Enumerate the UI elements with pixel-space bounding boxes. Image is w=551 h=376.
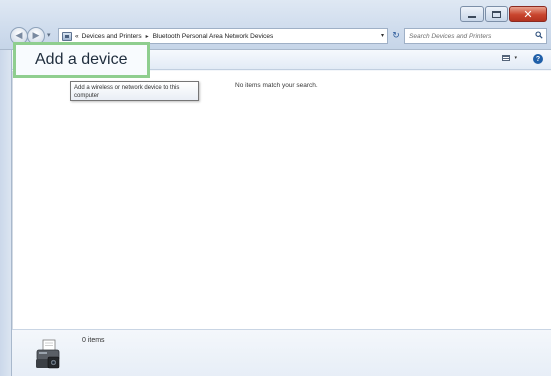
details-pane: 0 items (12, 329, 551, 376)
search-input[interactable] (409, 30, 529, 42)
refresh-icon: ↻ (392, 31, 400, 41)
device-list-pane[interactable]: No items match your search. (12, 71, 551, 329)
refresh-button[interactable]: ↻ (390, 28, 402, 44)
add-device-button[interactable]: Add a device (13, 42, 150, 78)
devices-folder-icon (62, 31, 72, 41)
devices-printer-camera-icon (36, 339, 60, 369)
forward-arrow-icon: ▶ (32, 31, 40, 41)
add-device-tooltip: Add a wireless or network device to this… (70, 81, 199, 101)
breadcrumb-separator-icon[interactable]: ▸ (146, 33, 149, 40)
search-icon[interactable] (535, 31, 543, 39)
change-view-button[interactable]: ▾ (502, 55, 517, 61)
minimize-button[interactable] (460, 6, 484, 22)
tooltip-text: Add a wireless or network device to this… (74, 85, 180, 99)
breadcrumb-bluetooth-pan-devices[interactable]: Bluetooth Personal Area Network Devices (153, 33, 274, 40)
breadcrumb-overflow-icon[interactable]: « (75, 33, 79, 40)
close-button[interactable]: ✕ (509, 6, 547, 22)
maximize-icon (492, 10, 501, 18)
search-box[interactable] (404, 28, 547, 44)
window-left-border (0, 50, 12, 376)
explorer-window: ✕ ◀ ▶ ▾ « Devices and Printers ▸ Bluetoo… (0, 0, 551, 376)
chevron-down-icon: ▾ (514, 55, 517, 61)
maximize-button[interactable] (485, 6, 508, 22)
view-options-icon (502, 55, 511, 61)
help-icon: ? (535, 55, 541, 63)
back-arrow-icon: ◀ (15, 31, 23, 41)
help-button[interactable]: ? (533, 54, 543, 64)
empty-results-message: No items match your search. (235, 82, 318, 89)
item-count: 0 items (82, 337, 105, 344)
close-icon: ✕ (523, 7, 533, 21)
address-dropdown-icon[interactable]: ▾ (381, 32, 384, 39)
recent-pages-dropdown-icon[interactable]: ▾ (47, 31, 51, 39)
add-device-label: Add a device (35, 51, 128, 68)
caption-buttons: ✕ (460, 6, 547, 22)
minimize-icon (468, 15, 476, 18)
breadcrumb-devices-and-printers[interactable]: Devices and Printers (82, 33, 142, 40)
